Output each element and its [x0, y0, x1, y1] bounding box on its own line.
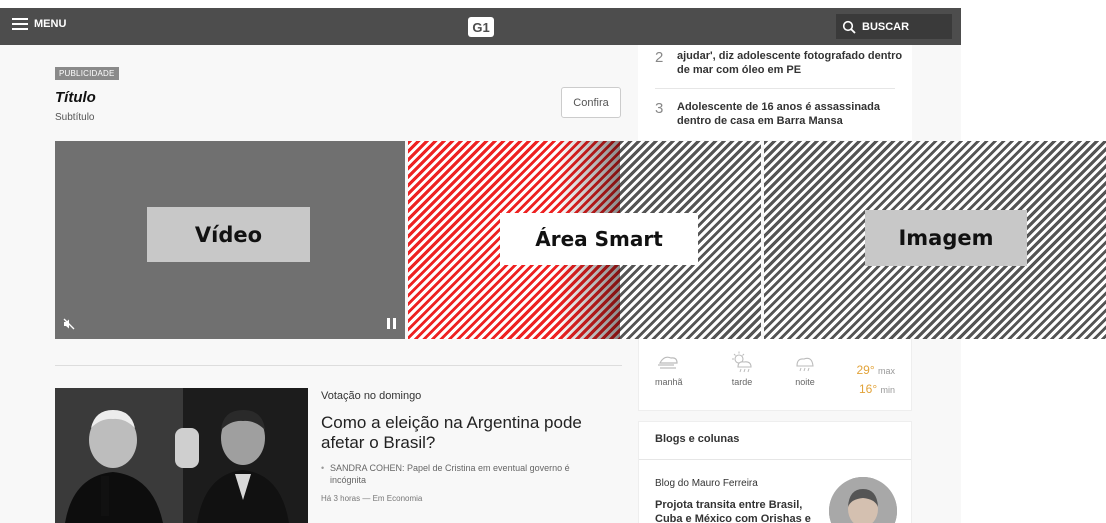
blog-name[interactable]: Blog do Mauro Ferreira — [655, 478, 758, 489]
story-kicker: Votação no domingo — [321, 390, 422, 402]
ranking-item-3[interactable]: 3 Adolescente de 16 anos é assassinada d… — [655, 100, 905, 128]
weather-period-label: tarde — [731, 377, 753, 387]
ranking-headline[interactable]: ajudar', diz adolescente fotografado den… — [677, 49, 905, 77]
weather-period-label: noite — [795, 377, 815, 387]
hamburger-icon — [12, 18, 28, 30]
temperature-range: 29° max 16° min — [856, 361, 895, 399]
ad-badge: PUBLICIDADE — [55, 67, 119, 80]
temp-min-label: min — [880, 385, 895, 395]
ad-smart-area[interactable]: Área Smart — [408, 141, 761, 339]
search-icon — [842, 20, 856, 34]
blogs-title: Blogs e colunas — [655, 433, 740, 445]
menu-label: MENU — [34, 18, 67, 30]
ad-subtitle: Subtítulo — [55, 112, 95, 123]
ad-video[interactable]: Vídeo — [55, 141, 405, 339]
blog-headline[interactable]: Projota transita entre Brasil, Cuba e Mé… — [655, 498, 825, 523]
ranking-headline[interactable]: Adolescente de 16 anos é assassinada den… — [677, 100, 905, 128]
ad-cta-button[interactable]: Confira — [561, 87, 621, 118]
ad-title: Título — [55, 89, 96, 106]
weather-card[interactable]: manhã tarde noite 29° max 16° min — [638, 339, 912, 411]
image-area-label: Imagem — [865, 210, 1027, 266]
svg-text:G1: G1 — [472, 20, 489, 35]
pause-icon[interactable] — [387, 318, 396, 329]
section-divider — [55, 365, 622, 366]
menu-button[interactable]: MENU — [12, 18, 66, 30]
search-label: BUSCAR — [862, 20, 910, 33]
temp-max: 29° — [856, 363, 875, 377]
ranking-item-2[interactable]: 2 ajudar', diz adolescente fotografado d… — [655, 49, 905, 77]
smart-area-label: Área Smart — [500, 213, 698, 265]
weather-period-morning: manhã — [655, 351, 683, 387]
ranking-divider — [655, 88, 895, 89]
cloud-rain-icon — [796, 357, 814, 372]
story-meta: Há 3 horas — Em Economia — [321, 494, 423, 503]
weather-period-label: manhã — [655, 377, 683, 387]
temp-max-label: max — [877, 366, 895, 376]
mute-icon[interactable] — [63, 318, 75, 330]
video-label: Vídeo — [147, 207, 310, 262]
search-button[interactable]: BUSCAR — [836, 14, 952, 39]
weather-period-afternoon: tarde — [729, 351, 755, 387]
ranking-number: 2 — [655, 49, 664, 66]
story-title[interactable]: Como a eleição na Argentina pode afetar … — [321, 413, 611, 453]
blogs-divider — [639, 459, 911, 460]
story-related-link[interactable]: SANDRA COHEN: Papel de Cristina em event… — [321, 462, 601, 486]
top-bar: MENU G1 BUSCAR — [0, 8, 961, 45]
ad-image-area[interactable]: Imagem — [764, 141, 1106, 339]
g1-logo[interactable]: G1 — [468, 17, 494, 37]
temp-min: 16° — [858, 382, 878, 396]
story-image[interactable] — [55, 388, 308, 523]
story-photo — [55, 388, 308, 523]
weather-period-night: noite — [792, 351, 818, 387]
author-photo — [829, 477, 897, 523]
wind-icon — [657, 356, 678, 369]
sun-rain-icon — [732, 351, 752, 373]
avatar[interactable] — [829, 477, 897, 523]
ranking-number: 3 — [655, 100, 664, 117]
blogs-card: Blogs e colunas Blog do Mauro Ferreira P… — [638, 421, 912, 523]
